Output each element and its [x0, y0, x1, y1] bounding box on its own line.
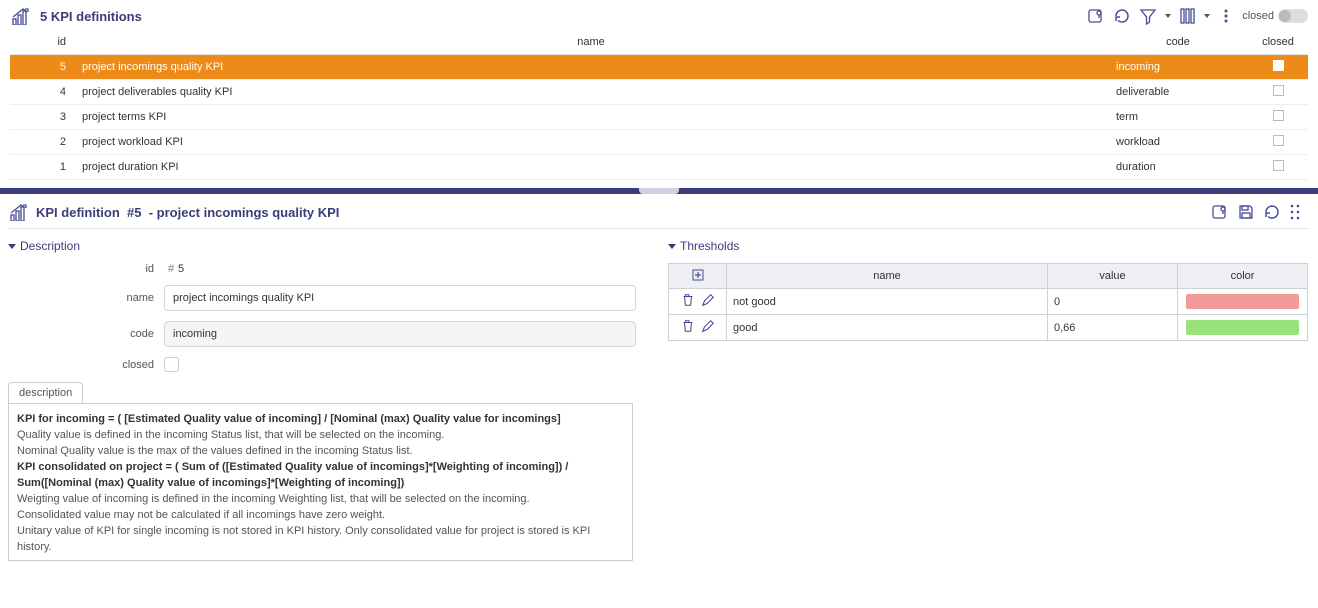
- chevron-down-icon: [668, 244, 676, 249]
- kpi-icon: [8, 202, 28, 222]
- table-row[interactable]: 2project workload KPIworkload: [10, 130, 1308, 155]
- save-icon[interactable]: [1236, 202, 1256, 222]
- description-textarea[interactable]: KPI for incoming = ( [Estimated Quality …: [8, 403, 633, 561]
- cell-closed: [1248, 80, 1308, 105]
- cell-code: duration: [1108, 155, 1248, 180]
- list-title: 5 KPI definitions: [40, 9, 142, 24]
- add-threshold-button[interactable]: [691, 268, 705, 282]
- cell-code: deliverable: [1108, 80, 1248, 105]
- thresh-value: 0: [1048, 289, 1178, 315]
- detail-title: KPI definition #5 - project incomings qu…: [36, 205, 339, 220]
- closed-filter-toggle[interactable]: [1278, 9, 1308, 23]
- id-value: 5: [178, 263, 184, 275]
- thresh-col-name: name: [727, 264, 1048, 289]
- closed-checkbox[interactable]: [164, 357, 179, 372]
- cell-closed: [1248, 155, 1308, 180]
- thresh-col-value: value: [1048, 264, 1178, 289]
- kpi-icon: [10, 6, 30, 26]
- cell-code: workload: [1108, 130, 1248, 155]
- thresh-value: 0,66: [1048, 315, 1178, 341]
- chevron-down-icon[interactable]: [1204, 14, 1210, 18]
- more-icon[interactable]: [1216, 6, 1236, 26]
- section-thresholds-title[interactable]: Thresholds: [668, 239, 1308, 253]
- thresh-color: [1178, 289, 1308, 315]
- delete-icon[interactable]: [681, 293, 695, 310]
- cell-id: 3: [10, 105, 74, 130]
- table-row[interactable]: 5project incomings quality KPIincoming: [10, 55, 1308, 80]
- thresh-col-color: color: [1178, 264, 1308, 289]
- edit-icon[interactable]: [701, 319, 715, 336]
- closed-filter-label: closed: [1242, 10, 1274, 22]
- col-closed[interactable]: closed: [1248, 30, 1308, 55]
- cell-name: project incomings quality KPI: [74, 55, 1108, 80]
- refresh-icon[interactable]: [1112, 6, 1132, 26]
- kpi-list-table: id name code closed 5project incomings q…: [10, 30, 1308, 180]
- table-row[interactable]: 1project duration KPIduration: [10, 155, 1308, 180]
- col-code[interactable]: code: [1108, 30, 1248, 55]
- table-row[interactable]: 4project deliverables quality KPIdeliver…: [10, 80, 1308, 105]
- tab-description[interactable]: description: [8, 382, 83, 403]
- chevron-down-icon[interactable]: [1165, 14, 1171, 18]
- cell-closed: [1248, 130, 1308, 155]
- table-row[interactable]: 3project terms KPIterm: [10, 105, 1308, 130]
- thresh-color: [1178, 315, 1308, 341]
- id-label: id: [8, 263, 164, 275]
- report-icon[interactable]: [1210, 202, 1230, 222]
- report-icon[interactable]: [1086, 6, 1106, 26]
- cell-name: project deliverables quality KPI: [74, 80, 1108, 105]
- cell-name: project workload KPI: [74, 130, 1108, 155]
- name-label: name: [8, 292, 164, 304]
- delete-icon[interactable]: [681, 319, 695, 336]
- filter-icon[interactable]: [1138, 6, 1158, 26]
- columns-icon[interactable]: [1177, 6, 1197, 26]
- section-description-title[interactable]: Description: [8, 239, 648, 253]
- code-label: code: [8, 328, 164, 340]
- cell-closed: [1248, 105, 1308, 130]
- chevron-down-icon: [8, 244, 16, 249]
- cell-id: 4: [10, 80, 74, 105]
- col-name[interactable]: name: [74, 30, 1108, 55]
- name-input[interactable]: [164, 285, 636, 311]
- cell-name: project duration KPI: [74, 155, 1108, 180]
- splitter[interactable]: [0, 188, 1318, 194]
- cell-name: project terms KPI: [74, 105, 1108, 130]
- thresholds-table: name value color not good0good0,66: [668, 263, 1308, 341]
- cell-id: 1: [10, 155, 74, 180]
- col-id[interactable]: id: [10, 30, 74, 55]
- equals-sign: #: [164, 263, 178, 275]
- cell-code: incoming: [1108, 55, 1248, 80]
- thresh-name: good: [727, 315, 1048, 341]
- cell-code: term: [1108, 105, 1248, 130]
- cell-id: 5: [10, 55, 74, 80]
- cell-id: 2: [10, 130, 74, 155]
- thresh-name: not good: [727, 289, 1048, 315]
- threshold-row[interactable]: good0,66: [669, 315, 1308, 341]
- edit-icon[interactable]: [701, 293, 715, 310]
- refresh-icon[interactable]: [1262, 202, 1282, 222]
- closed-label: closed: [8, 359, 164, 371]
- more-icon[interactable]: [1288, 202, 1308, 222]
- cell-closed: [1248, 55, 1308, 80]
- threshold-row[interactable]: not good0: [669, 289, 1308, 315]
- code-input[interactable]: [164, 321, 636, 347]
